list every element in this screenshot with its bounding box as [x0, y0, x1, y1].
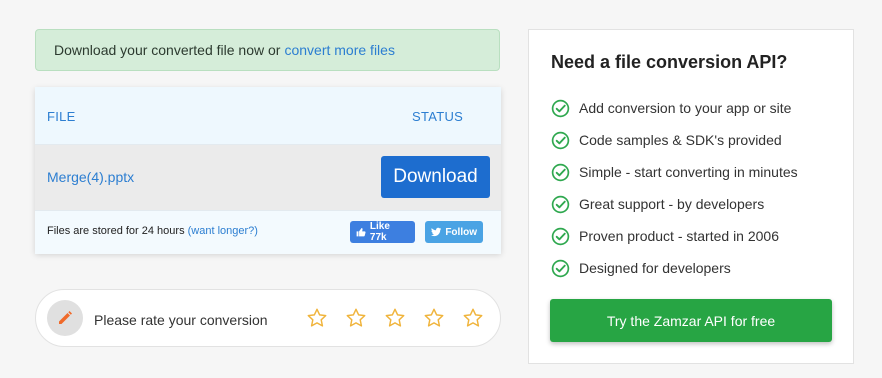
feature-item: Code samples & SDK's provided — [551, 124, 798, 156]
want-longer-link[interactable]: (want longer?) — [188, 225, 258, 237]
like-label: Like 77k — [369, 221, 390, 243]
feature-text: Code samples & SDK's provided — [579, 132, 782, 148]
facebook-like-button[interactable]: Like 77k — [350, 221, 415, 243]
column-file: FILE — [47, 109, 76, 124]
column-status: STATUS — [412, 109, 464, 124]
storage-note-text: Files are stored for 24 hours — [47, 225, 185, 237]
alert-text: Download your converted file now or — [54, 42, 281, 58]
feature-text: Proven product - started in 2006 — [579, 228, 780, 244]
feature-item: Simple - start converting in minutes — [551, 156, 798, 188]
thumbs-up-icon — [356, 227, 366, 237]
star-5-icon[interactable] — [462, 307, 484, 329]
check-circle-icon — [551, 131, 570, 149]
api-panel-title: Need a file conversion API? — [551, 52, 788, 72]
convert-more-files-link[interactable]: convert more files — [284, 42, 394, 58]
twitter-bird-icon — [431, 227, 442, 237]
feature-text: Designed for developers — [579, 260, 731, 276]
feature-item: Designed for developers — [551, 252, 798, 284]
file-name-link[interactable]: Merge(4).pptx — [47, 169, 134, 185]
check-circle-icon — [551, 163, 570, 181]
check-circle-icon — [551, 259, 570, 277]
check-circle-icon — [551, 227, 570, 245]
pencil-icon — [47, 300, 83, 336]
star-1-icon[interactable] — [306, 307, 328, 329]
rating-prompt: Please rate your conversion — [94, 312, 268, 328]
feature-text: Simple - start converting in minutes — [579, 164, 798, 180]
rating-bar: Please rate your conversion — [35, 289, 501, 347]
check-circle-icon — [551, 99, 570, 117]
file-table-footer: Files are stored for 24 hours (want long… — [35, 210, 501, 254]
star-2-icon[interactable] — [345, 307, 367, 329]
follow-label: Follow — [445, 226, 477, 238]
download-button[interactable]: Download — [381, 156, 490, 198]
api-panel: Need a file conversion API? Add conversi… — [528, 29, 854, 364]
check-circle-icon — [551, 195, 570, 213]
feature-text: Great support - by developers — [579, 196, 765, 212]
feature-text: Add conversion to your app or site — [579, 100, 792, 116]
twitter-follow-button[interactable]: Follow — [425, 221, 483, 243]
try-api-button[interactable]: Try the Zamzar API for free — [550, 299, 832, 342]
feature-item: Add conversion to your app or site — [551, 92, 798, 124]
success-alert: Download your converted file now or conv… — [35, 29, 500, 71]
file-table-header: FILE STATUS — [35, 87, 501, 145]
file-row: Merge(4).pptx Download — [35, 145, 501, 210]
feature-item: Great support - by developers — [551, 188, 798, 220]
feature-list: Add conversion to your app or site Code … — [551, 92, 798, 284]
star-3-icon[interactable] — [384, 307, 406, 329]
storage-note: Files are stored for 24 hours (want long… — [47, 225, 258, 237]
star-4-icon[interactable] — [423, 307, 445, 329]
feature-item: Proven product - started in 2006 — [551, 220, 798, 252]
file-table: FILE STATUS Merge(4).pptx Download Files… — [35, 87, 501, 254]
